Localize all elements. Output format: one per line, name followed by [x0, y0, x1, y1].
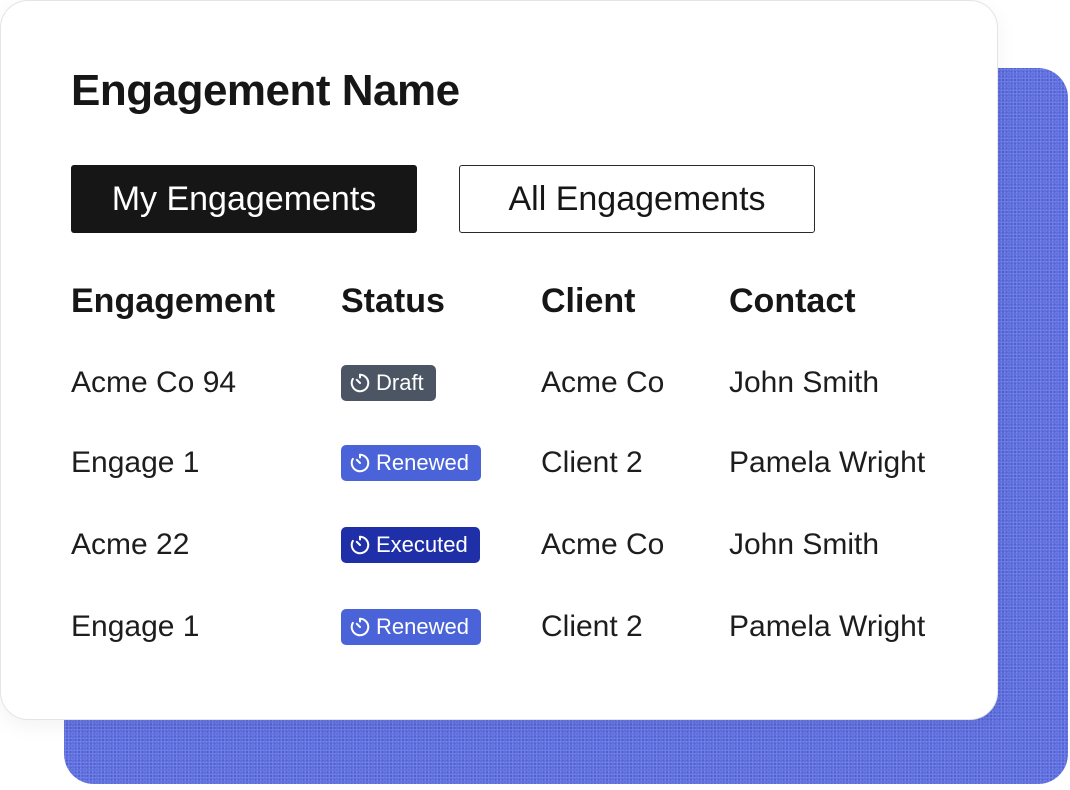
status-cell: Renewed [341, 433, 481, 493]
tab-my-engagements[interactable]: My Engagements [71, 165, 417, 233]
timer-icon [350, 373, 370, 393]
header-engagement: Engagement [71, 282, 276, 320]
engagement-cell: Engage 1 [71, 610, 200, 643]
status-cell: Executed [341, 515, 480, 575]
contact-cell: Pamela Wright [729, 610, 926, 643]
client-cell: Acme Co [541, 528, 665, 561]
header-contact: Contact [729, 282, 856, 320]
table-row[interactable]: Acme Co 94 Draft Acme Co John Smith [1, 353, 999, 413]
status-label: Draft [376, 370, 424, 395]
status-cell: Renewed [341, 597, 481, 657]
status-badge: Executed [341, 527, 480, 563]
engagement-cell: Engage 1 [71, 446, 200, 479]
engagement-cell: Acme 22 [71, 528, 190, 561]
engagement-cell: Acme Co 94 [71, 366, 237, 399]
table-row[interactable]: Engage 1 Renewed Client 2 Pamela Wright [1, 597, 999, 657]
tab-all-engagements[interactable]: All Engagements [459, 165, 815, 233]
card-title: Engagement Name [71, 66, 460, 115]
status-cell: Draft [341, 353, 436, 413]
contact-cell: Pamela Wright [729, 446, 926, 479]
timer-icon [350, 453, 370, 473]
status-badge: Draft [341, 365, 436, 401]
client-cell: Client 2 [541, 446, 643, 479]
client-cell: Acme Co [541, 366, 665, 399]
status-label: Renewed [376, 614, 469, 639]
stage: Engagement Name My Engagements All Engag… [0, 0, 1070, 790]
contact-cell: John Smith [729, 366, 880, 399]
client-cell: Client 2 [541, 610, 643, 643]
table-row[interactable]: Acme 22 Executed Acme Co John Smith [1, 515, 999, 575]
status-badge: Renewed [341, 445, 481, 481]
contact-cell: John Smith [729, 528, 880, 561]
timer-icon [350, 617, 370, 637]
engagement-card: Engagement Name My Engagements All Engag… [0, 0, 998, 720]
timer-icon [350, 535, 370, 555]
header-status: Status [341, 282, 445, 320]
status-label: Executed [376, 532, 468, 557]
status-badge: Renewed [341, 609, 481, 645]
status-label: Renewed [376, 450, 469, 475]
table-row[interactable]: Engage 1 Renewed Client 2 Pamela Wright [1, 433, 999, 493]
header-client: Client [541, 282, 636, 320]
